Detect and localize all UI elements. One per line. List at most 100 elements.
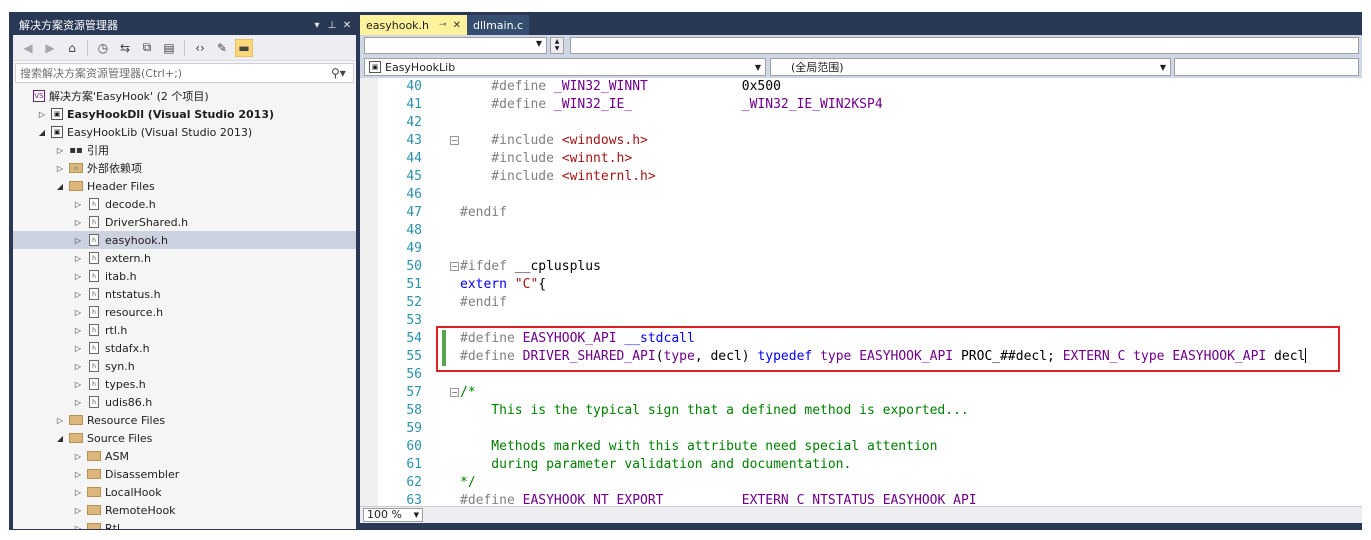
expand-arrow-icon[interactable]: ▷ — [73, 218, 83, 227]
tree-item[interactable]: ▷ ASM — [13, 447, 356, 465]
expand-arrow-icon[interactable]: ▷ — [73, 506, 83, 515]
zoom-dropdown[interactable]: 100 % ▼ — [363, 508, 423, 522]
pending-changes-filter-icon[interactable]: ◷ — [94, 39, 112, 57]
code-line[interactable]: #define _WIN32_WINNT 0x500 — [460, 78, 781, 96]
code-line[interactable]: during parameter validation and document… — [460, 456, 851, 474]
tree-item[interactable]: ▷ LocalHook — [13, 483, 356, 501]
fold-toggle-icon[interactable]: − — [450, 262, 459, 271]
properties-wrench-icon[interactable]: ✎ — [213, 39, 231, 57]
tree-item[interactable]: ▷ h rtl.h — [13, 321, 356, 339]
member-dropdown[interactable] — [1174, 58, 1359, 76]
expand-arrow-icon[interactable]: ▷ — [73, 254, 83, 263]
expand-arrow-icon[interactable]: ▷ — [73, 398, 83, 407]
code-editor[interactable]: 40 #define _WIN32_WINNT 0x500 41 #define … — [360, 78, 1362, 506]
code-line[interactable]: */ — [460, 474, 476, 492]
tree-item[interactable]: ▷ h extern.h — [13, 249, 356, 267]
panel-dropdown-icon[interactable]: ▾ — [311, 20, 323, 31]
close-tab-icon[interactable]: ✕ — [453, 20, 461, 31]
collapse-arrow-icon[interactable]: ◢ — [55, 182, 65, 191]
close-icon[interactable]: ✕ — [341, 20, 353, 31]
line-number: 43 — [406, 133, 422, 148]
code-line[interactable]: This is the typical sign that a defined … — [460, 402, 968, 420]
tree-item[interactable]: VS 解决方案'EasyHook' (2 个项目) — [13, 87, 356, 105]
code-line[interactable]: extern "C"{ — [460, 276, 546, 294]
preview-selected-icon[interactable]: ▬ — [235, 38, 253, 57]
search-icon[interactable]: ⚲▾ — [331, 66, 353, 80]
tree-item[interactable]: ▷ ▫ 外部依赖项 — [13, 159, 356, 177]
expand-arrow-icon[interactable]: ▷ — [73, 470, 83, 479]
project-dropdown[interactable]: ▣ EasyHookLib ▼ — [364, 58, 766, 76]
tree-item[interactable]: ▷ h DriverShared.h — [13, 213, 356, 231]
chevron-down-icon[interactable]: ▼ — [755, 63, 761, 72]
pin-icon[interactable]: ⊥ — [326, 20, 338, 31]
expand-arrow-icon[interactable]: ▷ — [55, 146, 65, 155]
tree-item[interactable]: ▷ h syn.h — [13, 357, 356, 375]
tree-item[interactable]: ◢ Source Files — [13, 429, 356, 447]
scope-dropdown[interactable]: (全局范围) ▼ — [770, 58, 1171, 76]
view-code-icon[interactable]: ‹› — [191, 39, 209, 57]
chevron-down-icon[interactable]: ▼ — [1160, 63, 1166, 72]
expand-arrow-icon[interactable]: ▷ — [37, 110, 47, 119]
pin-tab-icon[interactable]: ⊸ — [439, 20, 447, 30]
expand-arrow-icon[interactable]: ▷ — [73, 452, 83, 461]
expand-arrow-icon[interactable]: ▷ — [73, 344, 83, 353]
tree-item[interactable]: ▷ h types.h — [13, 375, 356, 393]
collapse-all-icon[interactable]: ⧉ — [138, 39, 156, 57]
expand-arrow-icon[interactable]: ▷ — [73, 380, 83, 389]
tree-item[interactable]: ◢ Header Files — [13, 177, 356, 195]
fold-toggle-icon[interactable]: − — [450, 388, 459, 397]
chevron-down-icon[interactable]: ▼ — [536, 39, 542, 48]
expand-arrow-icon[interactable]: ▷ — [73, 200, 83, 209]
spin-button[interactable]: ▲ ▼ — [550, 37, 564, 54]
expand-arrow-icon[interactable]: ▷ — [73, 326, 83, 335]
code-line[interactable]: #define _WIN32_IE_ _WIN32_IE_WIN2KSP4 — [460, 96, 882, 114]
tree-item[interactable]: ▷ h itab.h — [13, 267, 356, 285]
code-line[interactable]: #endif — [460, 204, 507, 222]
chevron-down-icon[interactable]: ▼ — [414, 509, 419, 521]
tree-item[interactable]: ▷ h ntstatus.h — [13, 285, 356, 303]
tree-item[interactable]: ▷ RemoteHook — [13, 501, 356, 519]
expand-arrow-icon[interactable]: ▷ — [73, 272, 83, 281]
expand-arrow-icon[interactable]: ▷ — [73, 524, 83, 530]
tree-item[interactable]: ▷ h resource.h — [13, 303, 356, 321]
tab-dllmain-c[interactable]: dllmain.c — [466, 15, 530, 35]
expand-arrow-icon[interactable]: ▷ — [73, 308, 83, 317]
tree-item[interactable]: ▷ h udis86.h — [13, 393, 356, 411]
code-line[interactable]: Methods marked with this attribute need … — [460, 438, 937, 456]
find-input[interactable] — [570, 37, 1359, 54]
code-line[interactable]: #endif — [460, 294, 507, 312]
solution-explorer-search[interactable]: 搜索解决方案资源管理器(Ctrl+;) ⚲▾ — [15, 63, 354, 83]
tree-item[interactable]: ◢ ▣ EasyHookLib (Visual Studio 2013) — [13, 123, 356, 141]
expand-arrow-icon[interactable]: ▷ — [73, 488, 83, 497]
tree-item[interactable]: ▷ ▣ EasyHookDll (Visual Studio 2013) — [13, 105, 356, 123]
tree-item[interactable]: ▷ h easyhook.h — [13, 231, 356, 249]
code-line[interactable]: #include <winnt.h> — [460, 150, 632, 168]
code-line[interactable]: #ifdef __cplusplus — [460, 258, 601, 276]
tab-easyhook-h[interactable]: easyhook.h ⊸ ✕ — [360, 15, 467, 35]
back-icon[interactable]: ◀ — [19, 39, 37, 57]
fold-toggle-icon[interactable]: − — [450, 136, 459, 145]
code-line[interactable]: /* — [460, 384, 476, 402]
expand-arrow-icon[interactable]: ▷ — [73, 290, 83, 299]
tree-item[interactable]: ▷ Disassembler — [13, 465, 356, 483]
expand-arrow-icon[interactable]: ▷ — [55, 416, 65, 425]
line-number: 52 — [406, 295, 422, 310]
forward-icon[interactable]: ▶ — [41, 39, 59, 57]
tree-item[interactable]: ▷ h stdafx.h — [13, 339, 356, 357]
expand-arrow-icon[interactable]: ▷ — [73, 236, 83, 245]
tree-item[interactable]: ▷ ▪▪ 引用 — [13, 141, 356, 159]
code-line[interactable]: #define EASYHOOK_NT_EXPORT EXTERN_C NTST… — [460, 492, 977, 506]
tree-item[interactable]: ▷ h decode.h — [13, 195, 356, 213]
expand-arrow-icon[interactable]: ▷ — [55, 164, 65, 173]
collapse-arrow-icon[interactable]: ◢ — [37, 128, 47, 137]
tree-item[interactable]: ▷ Resource Files — [13, 411, 356, 429]
tree-item[interactable]: ▷ Rtl — [13, 519, 356, 529]
collapse-arrow-icon[interactable]: ◢ — [55, 434, 65, 443]
show-all-files-icon[interactable]: ▤ — [160, 39, 178, 57]
code-line[interactable]: #include <winternl.h> — [460, 168, 655, 186]
sync-icon[interactable]: ⇆ — [116, 39, 134, 57]
home-icon[interactable]: ⌂ — [63, 39, 81, 57]
expand-arrow-icon[interactable]: ▷ — [73, 362, 83, 371]
find-combo[interactable]: ▼ — [364, 37, 547, 54]
code-line[interactable]: #include <windows.h> — [460, 132, 648, 150]
